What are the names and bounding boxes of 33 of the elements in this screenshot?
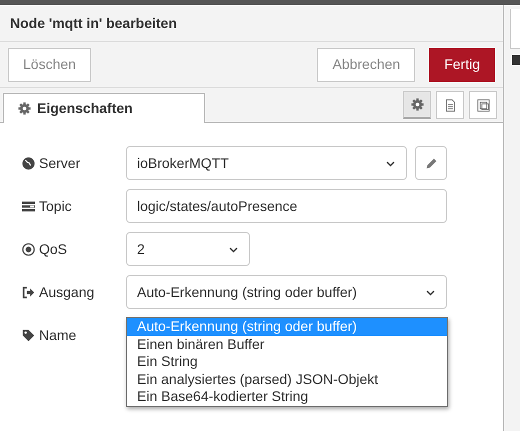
gear-icon [18, 102, 31, 115]
gear-icon [410, 98, 424, 111]
dropdown-option[interactable]: Ein analysiertes (parsed) JSON-Objekt [127, 370, 447, 388]
field-label: QoS [39, 240, 68, 259]
pencil-icon [424, 156, 438, 170]
dropdown-option[interactable]: Einen binären Buffer [127, 336, 447, 353]
side-panel-icon [512, 55, 520, 65]
input-field[interactable]: logic/states/autoPresence [126, 189, 447, 223]
done-button[interactable]: Fertig [429, 48, 495, 82]
tab-tool-button[interactable] [436, 91, 464, 119]
exit-arrow-icon [22, 286, 35, 298]
edit-button[interactable] [415, 146, 447, 180]
plain-button[interactable]: Abbrechen [317, 48, 416, 82]
list-icon [22, 200, 35, 212]
select-field[interactable]: ioBrokerMQTT [126, 146, 407, 180]
tab-tool-button[interactable] [403, 91, 431, 119]
properties-tab[interactable]: Eigenschaften [3, 93, 205, 123]
globe-icon [22, 156, 35, 170]
dialog-title: Node 'mqtt in' bearbeiten [10, 14, 177, 33]
frame-icon [476, 98, 490, 112]
dropdown-option[interactable]: Ein String [127, 353, 447, 370]
select-field[interactable]: 2 [126, 232, 250, 266]
field-label: Server [39, 154, 80, 172]
field-label: Ausgang [39, 282, 94, 302]
field-label: Topic [39, 196, 72, 216]
select-field[interactable]: Auto-Erkennung (string oder buffer) [126, 275, 447, 309]
tag-icon [22, 328, 35, 342]
field-label: Name [39, 326, 76, 344]
dropdown-option[interactable]: Ein Base64-kodierter String [127, 388, 447, 406]
plain-button[interactable]: Löschen [8, 48, 91, 82]
tab-tool-button[interactable] [469, 91, 497, 119]
circle-icon [22, 242, 35, 256]
document-icon [444, 98, 456, 112]
